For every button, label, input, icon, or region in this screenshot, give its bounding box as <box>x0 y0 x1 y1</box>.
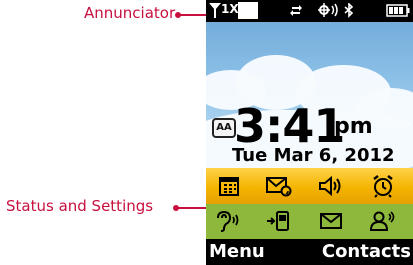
annunciator-bar: 1X <box>206 0 413 22</box>
annunciator-callout-line <box>178 14 206 16</box>
call-forward-icon[interactable] <box>262 206 296 236</box>
softkey-bar: Menu Contacts <box>206 239 413 265</box>
calendar-icon[interactable] <box>212 171 246 201</box>
status-settings-callout-dot <box>173 205 179 211</box>
alarm-clock-icon[interactable] <box>366 171 400 201</box>
annunciator-callout-label: Annunciator <box>84 4 176 22</box>
battery-icon <box>386 4 410 22</box>
clock-date: Tue Mar 6, 2012 <box>232 145 395 166</box>
menu-softkey[interactable]: Menu <box>209 241 265 262</box>
message-icon[interactable] <box>262 171 296 201</box>
network-type-text: 1X <box>221 2 239 16</box>
status-settings-tray <box>206 168 413 204</box>
annunciator-callout-dot <box>175 12 181 18</box>
location-icon <box>318 3 340 23</box>
contacts-softkey[interactable]: Contacts <box>322 241 411 262</box>
mail-icon[interactable] <box>314 206 348 236</box>
signal-strength-box <box>238 2 258 19</box>
hearing-aid-icon[interactable] <box>210 206 244 236</box>
clock-ampm: pm <box>334 114 373 139</box>
phone-screen: 1X AA 3:41 pm Tue Mar 6, 2012 Menu Conta… <box>206 0 413 265</box>
bluetooth-icon <box>344 2 354 23</box>
contacts-icon[interactable] <box>366 206 400 236</box>
status-settings-callout-label: Status and Settings <box>6 197 154 215</box>
clock-display: AA 3:41 pm <box>212 100 412 152</box>
alarm-badge: AA <box>212 118 236 138</box>
sync-arrows-icon <box>290 3 302 23</box>
volume-icon[interactable] <box>314 171 348 201</box>
status-settings-callout-line <box>176 207 206 209</box>
status-settings-row2 <box>206 204 413 238</box>
signal-icon <box>209 3 221 23</box>
